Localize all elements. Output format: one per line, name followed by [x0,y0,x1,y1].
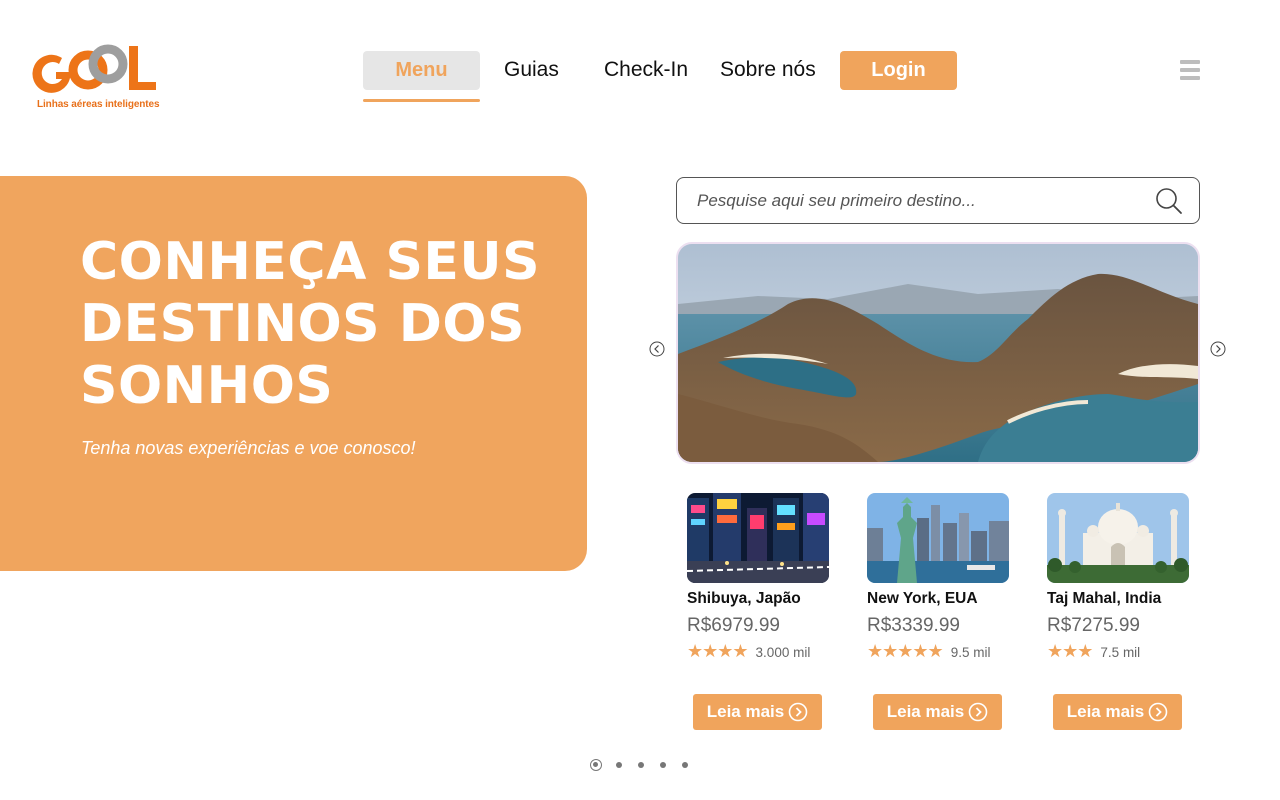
chevron-right-circle-icon [968,702,988,722]
nav-active-underline [363,99,480,102]
brand-tagline: Linhas aéreas inteligentes [37,99,160,110]
pagination-dot[interactable] [660,762,666,768]
read-more-label: Leia mais [886,702,965,721]
destination-carousel-image[interactable] [676,242,1200,464]
search-icon[interactable] [1155,187,1183,215]
hero-title: CONHEÇA SEUS DESTINOS DOS SONHOS [80,232,541,416]
hero-subtitle: Tenha novas experiências e voe conosco! [81,438,416,458]
card-rating: ★★★★★ 9.5 mil [867,642,1009,662]
nav-menu-tab[interactable]: Menu [363,51,480,90]
new-york-photo[interactable] [867,493,1009,583]
card-title: New York, EUA [867,590,978,607]
read-more-label: Leia mais [706,702,785,721]
shibuya-photo[interactable] [687,493,829,583]
search-input[interactable] [697,178,1137,223]
read-more-button[interactable]: Leia mais [873,694,1002,730]
chevron-left-circle-icon[interactable] [649,341,665,357]
card-rating: ★★★★ 3.000 mil [687,642,829,662]
star-rating-icon: ★★★ [1047,641,1093,662]
nav-sobre-nos-link[interactable]: Sobre nós [720,58,816,82]
chevron-right-circle-icon [1148,702,1168,722]
gool-logo-mark [32,44,156,93]
read-more-label: Leia mais [1066,702,1145,721]
star-rating-icon: ★★★★★ [867,641,944,662]
hero-panel: CONHEÇA SEUS DESTINOS DOS SONHOS Tenha n… [0,176,587,571]
destination-card: New York, EUA R$3339.99 ★★★★★ 9.5 mil Le… [867,493,1009,730]
card-price: R$6979.99 [687,615,780,636]
review-count: 7.5 mil [1100,644,1141,660]
card-title: Shibuya, Japão [687,590,801,607]
read-more-button[interactable]: Leia mais [1053,694,1182,730]
chevron-right-circle-icon [788,702,808,722]
card-price: R$3339.99 [867,615,960,636]
taj-mahal-photo[interactable] [1047,493,1189,583]
brand-logo[interactable]: Linhas aéreas inteligentes [32,42,162,114]
card-rating: ★★★ 7.5 mil [1047,642,1189,662]
card-price: R$7275.99 [1047,615,1140,636]
pagination-dot[interactable] [616,762,622,768]
destination-card: Shibuya, Japão R$6979.99 ★★★★ 3.000 mil … [687,493,829,730]
pagination-dots [590,759,704,771]
hamburger-icon[interactable] [1180,60,1200,81]
destination-card: Taj Mahal, India R$7275.99 ★★★ 7.5 mil L… [1047,493,1189,730]
review-count: 3.000 mil [755,644,811,660]
star-rating-icon: ★★★★ [687,641,749,662]
chevron-right-circle-icon[interactable] [1210,341,1226,357]
nav-guias-link[interactable]: Guias [504,58,559,82]
pagination-dot[interactable] [638,762,644,768]
pagination-dot[interactable] [682,762,688,768]
review-count: 9.5 mil [950,644,991,660]
pagination-dot-active[interactable] [590,759,602,771]
nav-checkin-link[interactable]: Check-In [604,58,688,82]
search-bar [676,177,1200,224]
card-title: Taj Mahal, India [1047,590,1162,607]
read-more-button[interactable]: Leia mais [693,694,822,730]
login-button[interactable]: Login [840,51,957,90]
